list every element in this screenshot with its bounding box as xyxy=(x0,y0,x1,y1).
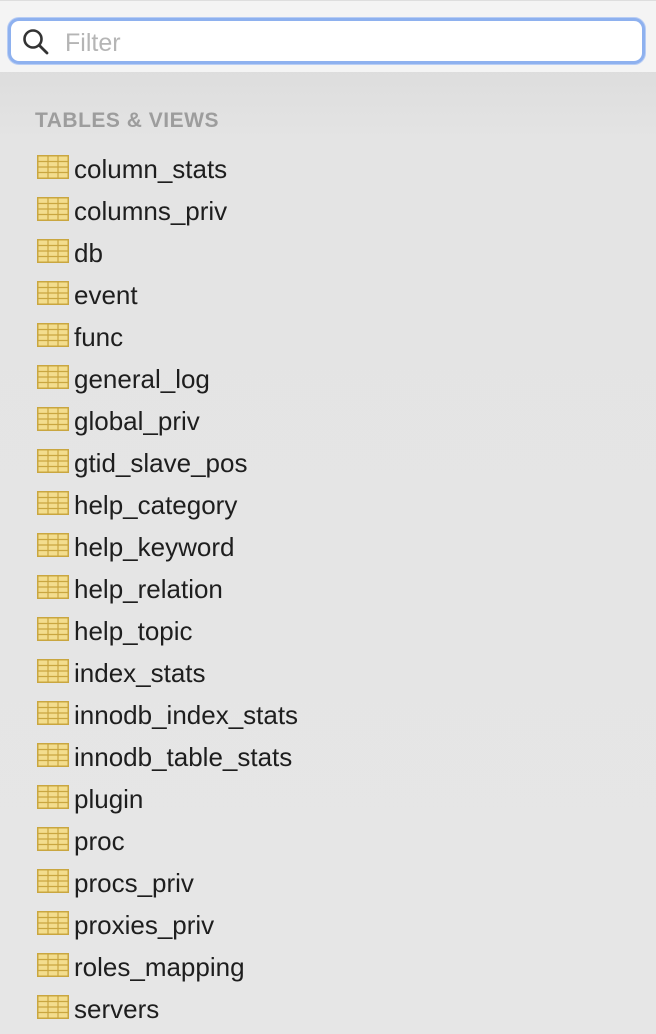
table-name: roles_mapping xyxy=(74,952,245,982)
table-icon xyxy=(37,365,69,389)
table-icon xyxy=(37,575,69,599)
table-item-gtid-slave-pos[interactable]: gtid_slave_pos xyxy=(0,442,656,484)
table-name: func xyxy=(74,322,124,352)
table-name: gtid_slave_pos xyxy=(74,448,248,478)
database-sidebar: TABLES & VIEWS column_stats columns_privd… xyxy=(0,0,656,1034)
table-item-innodb-index-stats[interactable]: innodb_index_stats xyxy=(0,694,656,736)
table-name: column_stats xyxy=(74,154,228,184)
table-name: proxies_priv xyxy=(74,910,215,940)
table-item-proc[interactable]: proc xyxy=(0,820,656,862)
table-icon xyxy=(37,953,69,977)
table-icon xyxy=(37,239,69,263)
filter-field[interactable] xyxy=(8,18,645,64)
table-item-db[interactable]: db xyxy=(0,232,656,274)
table-icon xyxy=(37,197,69,221)
table-icon xyxy=(37,659,69,683)
table-icon xyxy=(37,491,69,515)
table-item-procs-priv[interactable]: procs_priv xyxy=(0,862,656,904)
table-list: column_stats columns_privdb event func gener… xyxy=(0,148,656,1030)
table-name: help_category xyxy=(74,490,238,520)
table-name: index_stats xyxy=(74,658,206,688)
table-name: proc xyxy=(74,826,125,856)
filter-bar xyxy=(0,0,656,72)
table-item-help-category[interactable]: help_category xyxy=(0,484,656,526)
table-name: help_relation xyxy=(74,574,223,604)
table-name: procs_priv xyxy=(74,868,194,898)
table-icon xyxy=(37,701,69,725)
table-icon xyxy=(37,785,69,809)
table-name: global_priv xyxy=(74,406,200,436)
table-item-proxies-priv[interactable]: proxies_priv xyxy=(0,904,656,946)
table-item-event[interactable]: event xyxy=(0,274,656,316)
table-icon xyxy=(37,155,69,179)
table-item-innodb-table-stats[interactable]: innodb_table_stats xyxy=(0,736,656,778)
table-icon xyxy=(37,617,69,641)
search-icon xyxy=(23,29,49,55)
table-item-global-priv[interactable]: global_priv xyxy=(0,400,656,442)
table-item-help-keyword[interactable]: help_keyword xyxy=(0,526,656,568)
table-item-general-log[interactable]: general_log xyxy=(0,358,656,400)
table-name: general_log xyxy=(74,364,210,394)
table-item-columns-priv[interactable]: columns_priv xyxy=(0,190,656,232)
table-icon xyxy=(37,407,69,431)
table-item-column-stats[interactable]: column_stats xyxy=(0,148,656,190)
table-name: innodb_index_stats xyxy=(74,700,299,730)
table-item-help-relation[interactable]: help_relation xyxy=(0,568,656,610)
table-icon xyxy=(37,743,69,767)
table-item-roles-mapping[interactable]: roles_mapping xyxy=(0,946,656,988)
table-item-plugin[interactable]: plugin xyxy=(0,778,656,820)
table-item-help-topic[interactable]: help_topic xyxy=(0,610,656,652)
table-icon xyxy=(37,323,69,347)
table-name: event xyxy=(74,280,138,310)
table-name: help_topic xyxy=(74,616,193,646)
table-name: innodb_table_stats xyxy=(74,742,293,772)
filter-input[interactable] xyxy=(63,25,637,61)
table-name: columns_priv xyxy=(74,196,228,226)
table-icon xyxy=(37,281,69,305)
section-header-tables-views: TABLES & VIEWS xyxy=(35,109,219,132)
table-item-func[interactable]: func xyxy=(0,316,656,358)
table-name: help_keyword xyxy=(74,532,235,562)
table-icon xyxy=(37,827,69,851)
table-icon xyxy=(37,533,69,557)
table-item-servers[interactable]: servers xyxy=(0,988,656,1030)
table-icon xyxy=(37,449,69,473)
table-icon xyxy=(37,869,69,893)
table-icon xyxy=(37,995,69,1019)
table-item-index-stats[interactable]: index_stats xyxy=(0,652,656,694)
table-name: servers xyxy=(74,994,160,1024)
table-name: db xyxy=(74,238,103,268)
table-icon xyxy=(37,911,69,935)
table-name: plugin xyxy=(74,784,144,814)
